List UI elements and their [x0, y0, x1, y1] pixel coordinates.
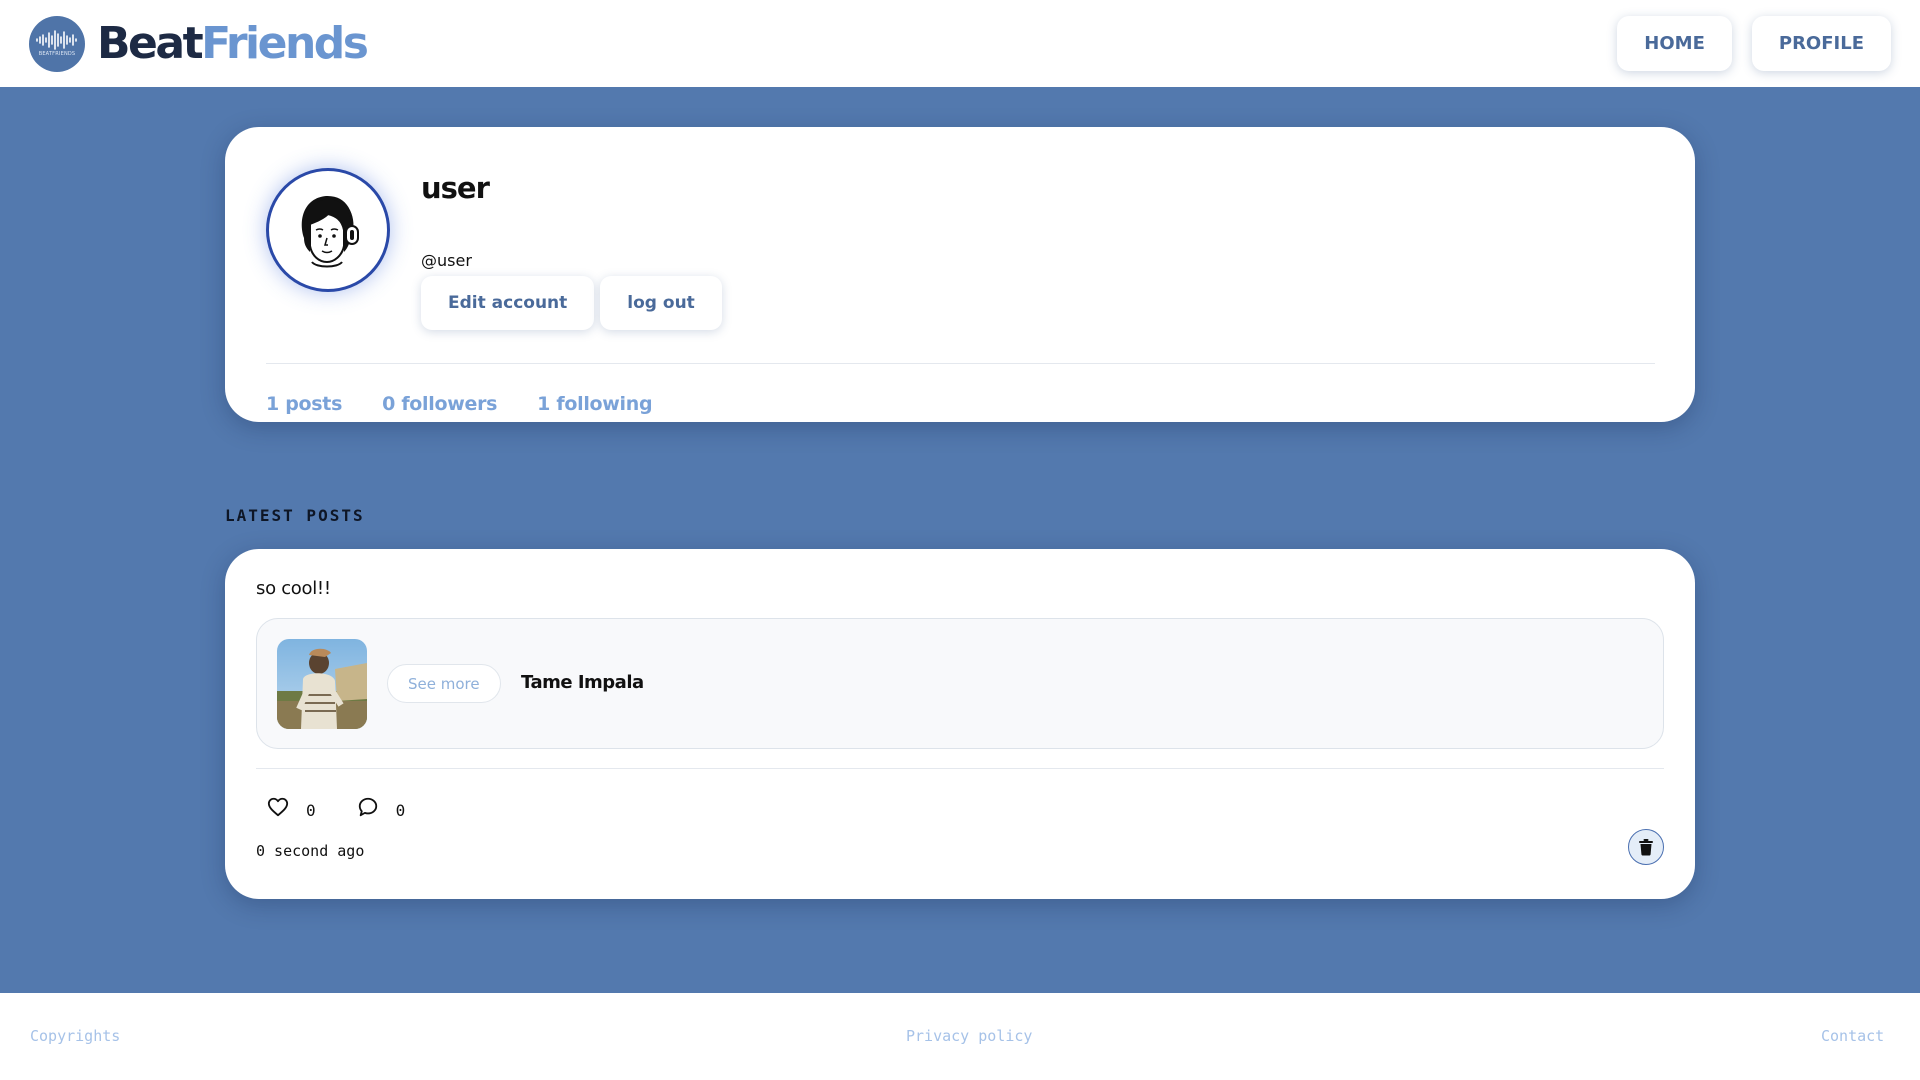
- heart-icon[interactable]: [266, 795, 290, 819]
- profile-card: user @user Edit account log out 1 posts …: [225, 127, 1695, 422]
- post-card: so cool!! See more Tame Impala 0 0 0 sec…: [225, 549, 1695, 899]
- latest-posts-title: LATEST POSTS: [225, 506, 365, 525]
- footer-privacy-link[interactable]: Privacy policy: [906, 1027, 1032, 1045]
- brand-name-part1: Beat: [97, 17, 204, 69]
- log-out-button[interactable]: log out: [600, 276, 722, 330]
- profile-actions: Edit account log out: [421, 276, 722, 330]
- nav-home-button[interactable]: HOME: [1617, 16, 1732, 71]
- stat-following[interactable]: 1 following: [537, 393, 652, 415]
- profile-handle: @user: [421, 251, 472, 270]
- profile-stats: 1 posts 0 followers 1 following: [266, 393, 653, 415]
- stat-posts[interactable]: 1 posts: [266, 393, 342, 415]
- profile-divider: [266, 363, 1655, 364]
- trash-icon: [1639, 839, 1653, 856]
- nav-profile-button[interactable]: PROFILE: [1751, 16, 1891, 71]
- post-divider: [256, 768, 1664, 769]
- delete-post-button[interactable]: [1628, 829, 1664, 865]
- brand-logo: BEATFRIENDS: [29, 15, 85, 72]
- post-reactions: 0 0: [266, 793, 405, 820]
- brand-name-part2: Friends: [201, 17, 369, 69]
- album-cover-image: [277, 639, 367, 729]
- footer: Copyrights Privacy policy Contact: [0, 993, 1920, 1080]
- edit-account-button[interactable]: Edit account: [421, 276, 595, 330]
- post-text: so cool!!: [256, 578, 331, 599]
- footer-contact-link[interactable]: Contact: [1821, 1027, 1884, 1045]
- top-header: BEATFRIENDS BeatFriends HOME PROFILE: [0, 0, 1920, 87]
- track-card: See more Tame Impala: [256, 618, 1664, 749]
- like-count: 0: [306, 801, 316, 820]
- brand-name: BeatFriends: [97, 21, 369, 66]
- logo-text: BEATFRIENDS: [38, 51, 76, 57]
- artist-name: Tame Impala: [521, 672, 644, 693]
- profile-username: user: [421, 171, 490, 205]
- headphones-person-avatar-icon: [301, 195, 359, 268]
- comment-count: 0: [395, 801, 406, 820]
- stat-followers[interactable]: 0 followers: [382, 393, 497, 415]
- main-content: user @user Edit account log out 1 posts …: [0, 87, 1920, 993]
- main-nav: HOME PROFILE: [1617, 16, 1891, 71]
- post-timestamp: 0 second ago: [256, 842, 365, 860]
- see-more-button[interactable]: See more: [387, 664, 501, 703]
- avatar: [266, 168, 390, 292]
- footer-copyrights-link[interactable]: Copyrights: [30, 1027, 120, 1045]
- brand[interactable]: BEATFRIENDS BeatFriends: [29, 15, 369, 72]
- speech-bubble-icon[interactable]: [356, 795, 380, 819]
- soundwave-icon: [36, 30, 77, 50]
